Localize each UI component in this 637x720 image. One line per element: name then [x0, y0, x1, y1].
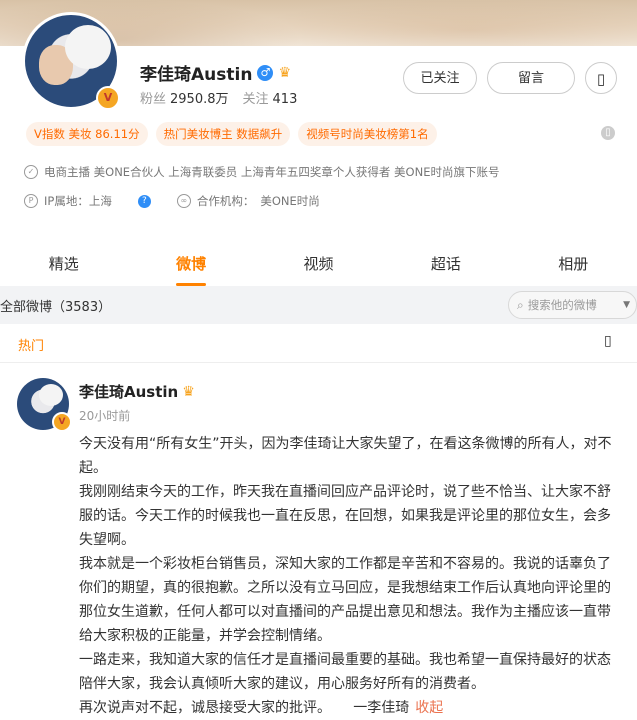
post-last-line: 再次说声对不起，诚恳接受大家的批评。 一李佳琦 收起: [79, 696, 623, 720]
crown-icon: ♛: [278, 64, 291, 81]
weibo-count[interactable]: 全部微博（3583）: [0, 296, 111, 315]
shield-icon: ✓: [24, 165, 38, 179]
more-button[interactable]: ▯: [585, 62, 617, 94]
profile-name: 李佳琦Austin: [140, 65, 253, 85]
fans-count[interactable]: 2950.8万: [170, 92, 229, 107]
tab-video[interactable]: 视频: [303, 242, 333, 286]
ip-location: IP属地：上海: [44, 194, 112, 208]
tag-video-rank[interactable]: 视频号时尚美妆榜第1名: [298, 122, 437, 146]
tag-v-index[interactable]: V指数 美妆 86.11分: [26, 122, 148, 146]
collapse-link[interactable]: 收起: [415, 700, 443, 716]
tag-hot-blogger[interactable]: 热门美妆博主 数据飙升: [155, 122, 291, 146]
org-label: 合作机构：: [196, 194, 255, 208]
tags-more-icon[interactable]: ▯: [601, 126, 615, 140]
menu-icon[interactable]: ▯: [604, 333, 612, 349]
verified-badge-icon: V: [96, 86, 120, 110]
profile-tabs: 精选 微博 视频 超话 相册: [0, 242, 637, 286]
profile-description: 电商主播 美ONE合伙人 上海青联委员 上海青年五四奖章个人获得者 美ONE时尚…: [44, 165, 500, 179]
post-body: 今天没有用“所有女生”开头，因为李佳琦让大家失望了，在看这条微博的所有人，对不起…: [79, 432, 623, 720]
post-paragraph: 我刚刚结束今天的工作，昨天我在直播间回应产品评论时，说了些不恰当、让大家不舒服的…: [79, 484, 611, 548]
post-signoff: 再次说声对不起，诚恳接受大家的批评。 一李佳琦: [79, 700, 410, 716]
tab-weibo[interactable]: 微博: [176, 242, 207, 286]
search-input[interactable]: ⌕ 搜索他的微博 ▼: [508, 291, 637, 319]
post-avatar-dog: [39, 384, 63, 406]
followed-button[interactable]: 已关注: [403, 62, 477, 94]
crown-icon: ♛: [182, 383, 195, 400]
follow-count[interactable]: 413: [273, 92, 298, 107]
post-paragraph: 我本就是一个彩妆柜台销售员，深知大家的工作都是辛苦和不容易的。我说的话辜负了你们…: [79, 556, 611, 644]
post-time[interactable]: 20小时前: [79, 407, 130, 424]
post-author[interactable]: 李佳琦Austin: [79, 381, 178, 402]
follow-label: 关注: [242, 92, 269, 107]
post-paragraph: 一路走来，我知道大家的信任才是直播间最重要的基础。我也希望一直保持最好的状态陪伴…: [79, 652, 611, 692]
profile-stats: 粉丝 2950.8万 关注 413: [140, 88, 311, 107]
post-paragraph: 今天没有用“所有女生”开头，因为李佳琦让大家失望了，在看这条微博的所有人，对不起…: [79, 436, 612, 476]
org-icon: ∞: [176, 194, 191, 208]
post-verified-badge-icon: V: [52, 412, 72, 432]
avatar-dog: [65, 25, 111, 69]
profile-name-row: 李佳琦Austin ♂ ♛: [140, 60, 291, 85]
help-icon[interactable]: ?: [137, 194, 151, 208]
post-author-row: 李佳琦Austin ♛: [79, 381, 195, 402]
location-icon: P: [24, 194, 38, 208]
fans-label: 粉丝: [140, 92, 167, 107]
hot-label: 热门: [18, 339, 45, 354]
tab-album[interactable]: 相册: [558, 242, 588, 286]
tab-supertopic[interactable]: 超话: [431, 242, 461, 286]
tab-featured[interactable]: 精选: [49, 242, 79, 286]
search-placeholder: 搜索他的微博: [527, 298, 597, 312]
description-row: ✓ 电商主播 美ONE合伙人 上海青联委员 上海青年五四奖章个人获得者 美ONE…: [24, 164, 499, 180]
ip-org-row: P IP属地：上海 ? ∞ 合作机构： 美ONE时尚: [24, 193, 320, 209]
male-icon: ♂: [257, 64, 274, 81]
chevron-down-icon[interactable]: ▼: [623, 300, 630, 310]
filter-bar: 全部微博（3583） ⌕ 搜索他的微博 ▼: [0, 286, 637, 324]
tag-list: V指数 美妆 86.11分 热门美妆博主 数据飙升 视频号时尚美妆榜第1名: [26, 122, 437, 146]
divider: [0, 362, 637, 363]
org-value[interactable]: 美ONE时尚: [260, 193, 319, 209]
message-button[interactable]: 留言: [487, 62, 575, 94]
search-icon: ⌕: [517, 297, 524, 312]
